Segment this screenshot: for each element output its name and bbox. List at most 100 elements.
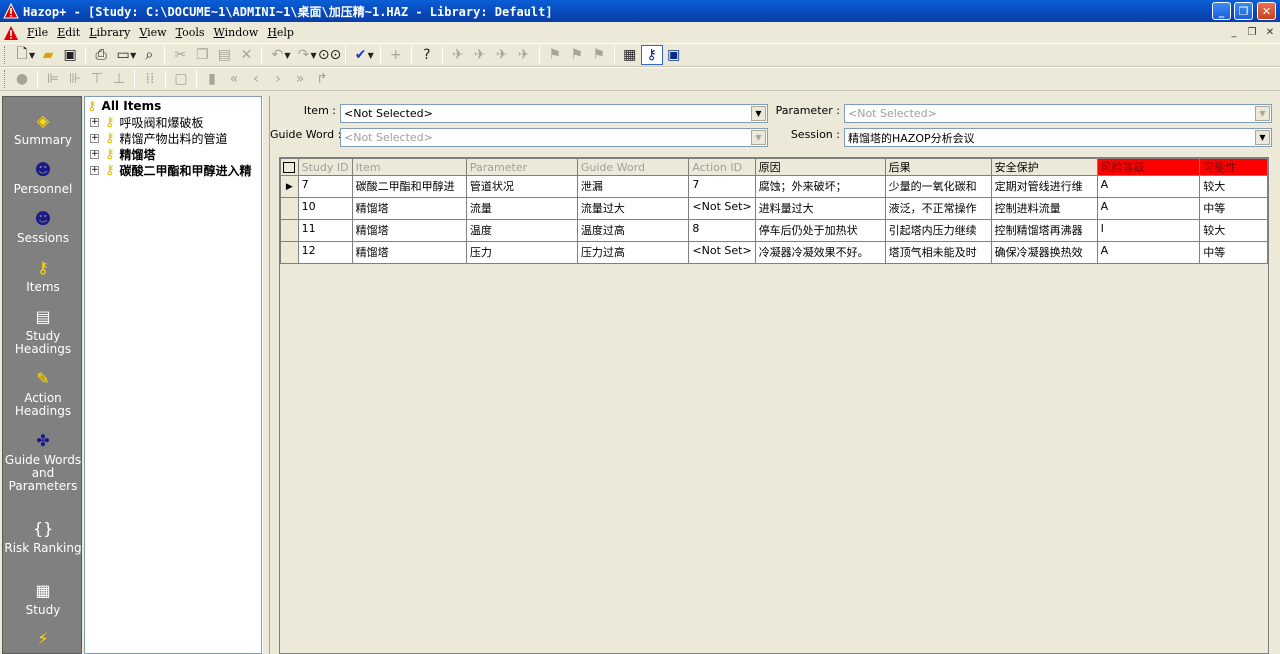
minimize-button[interactable]: _ [1212,2,1231,20]
grid-cell[interactable]: 引起塔内压力继续 [884,219,992,242]
session-dropdown-icon[interactable]: ▼ [1255,130,1270,145]
grid-cell[interactable]: 少量的一氧化碳和 [884,175,992,198]
grid-cell[interactable]: 进料量过大 [754,197,886,220]
select-all-cell[interactable] [280,158,299,176]
menu-view[interactable]: View [136,26,172,39]
mdi-restore-icon[interactable]: ❐ [1244,25,1260,40]
parameter-combo[interactable]: <Not Selected> ▼ [844,104,1272,123]
table-row[interactable]: 11 精馏塔 温度 温度过高 8 停车后仍处于加热状 引起塔内压力继续 控制精馏… [280,219,1268,242]
flag-3-icon[interactable]: ⚑ [588,45,610,65]
document-warning-icon[interactable] [3,25,19,41]
last-record-icon[interactable]: » [289,69,311,89]
delete-icon[interactable]: ✕ [235,45,257,65]
add-icon[interactable]: + [385,45,407,65]
item-combo[interactable]: <Not Selected> ▼ [340,104,768,123]
column-header[interactable]: Guide Word [576,158,690,176]
grid-cell[interactable]: A [1096,241,1201,264]
nav-items[interactable]: ⚷ Items [3,258,83,294]
toolbar-grip[interactable] [4,46,7,64]
grid-cell[interactable]: 精馏塔 [351,197,467,220]
bookmark-icon[interactable]: ▮ [201,69,223,89]
undo-dropdown-icon[interactable]: ▼ [284,51,290,60]
nav-sessions[interactable]: ☻ Sessions [3,209,83,245]
open-folder-icon[interactable]: ▰ [37,45,59,65]
item-dropdown-icon[interactable]: ▼ [751,106,766,121]
grid-cell[interactable]: A [1096,175,1201,198]
align-right-icon[interactable]: ⊪ [64,69,86,89]
grid-cell[interactable]: 温度过高 [576,219,690,242]
grid-cell[interactable]: 碳酸二甲酯和甲醇进 [351,175,467,198]
grid-cell[interactable]: I [1096,219,1201,242]
redo-dropdown-icon[interactable]: ▼ [310,51,316,60]
nav-study[interactable]: ▦ Study [3,581,83,617]
nav-risk-ranking[interactable]: {} Risk Ranking [3,519,83,555]
table-row[interactable]: 10 精馏塔 流量 流量过大 <Not Set> 进料量过大 液泛，不正常操作 … [280,197,1268,220]
column-header[interactable]: Item [351,158,467,176]
menu-library[interactable]: Library [86,26,136,39]
grid-cell[interactable]: 冷凝器冷凝效果不好。 [754,241,886,264]
grid-cell[interactable]: 管道状况 [465,175,578,198]
tree-item-all-items[interactable]: ⚷ All Items [85,98,261,114]
nav-more[interactable]: ⚡ [3,629,83,652]
column-header[interactable]: Study ID [297,158,353,176]
tree-item[interactable]: + ⚷ 碳酸二甲酯和甲醇进入精 [85,162,261,178]
parameter-dropdown-icon[interactable]: ▼ [1255,106,1270,121]
jump-icon[interactable]: ↱ [311,69,333,89]
grid-cell[interactable]: 泄漏 [576,175,690,198]
grid-cell[interactable]: 较大 [1199,219,1268,242]
grid-cell[interactable]: 精馏塔 [351,241,467,264]
column-header[interactable]: 风险等级 [1096,158,1201,176]
align-bottom-icon[interactable]: ⊥ [108,69,130,89]
grid-cell[interactable]: 8 [688,219,756,242]
save-icon[interactable]: ▣ [59,45,81,65]
menu-edit[interactable]: Edit [54,26,86,39]
menu-file[interactable]: File [24,26,54,39]
frame-icon[interactable]: ▢ [170,69,192,89]
column-header[interactable]: 后果 [884,158,992,176]
align-top-icon[interactable]: ⊤ [86,69,108,89]
grid-cell[interactable]: 7 [688,175,756,198]
column-header[interactable]: Parameter [465,158,578,176]
next-record-icon[interactable]: › [267,69,289,89]
print-preview-icon[interactable]: ⌕ [138,45,160,65]
grid-cell[interactable]: 液泛，不正常操作 [884,197,992,220]
grid-cell[interactable]: 确保冷凝器换热效 [990,241,1098,264]
cut-icon[interactable]: ✂ [169,45,191,65]
title-bar[interactable]: Hazop+ - [Study: C:\DOCUME~1\ADMINI~1\桌面… [0,0,1280,22]
expand-icon[interactable]: + [90,149,99,159]
table-row[interactable]: 12 精馏塔 压力 压力过高 <Not Set> 冷凝器冷凝效果不好。 塔顶气相… [280,241,1268,264]
grid-cell[interactable]: 7 [297,175,353,198]
key-view-icon[interactable]: ⚷ [640,45,663,65]
mdi-close-icon[interactable]: ✕ [1262,25,1278,40]
column-header[interactable]: 原因 [754,158,886,176]
grid-cell[interactable]: 控制精馏塔再沸器 [990,219,1098,242]
grid-cell[interactable]: <Not Set> [688,197,756,220]
nav-guide-words[interactable]: ✤ Guide Words and Parameters [3,431,83,493]
grid-cell[interactable]: 较大 [1199,175,1268,198]
column-header[interactable]: 安全保护 [990,158,1098,176]
grid-cell[interactable]: <Not Set> [688,241,756,264]
table-row[interactable]: ▶ 7 碳酸二甲酯和甲醇进 管道状况 泄漏 7 腐蚀；外来破坏； 少量的一氧化碳… [280,175,1268,198]
row-selector[interactable] [280,197,299,220]
align-left-icon[interactable]: ⊫ [42,69,64,89]
action-4-icon[interactable]: ✈ [513,45,535,65]
tree-item[interactable]: + ⚷ 呼吸阀和爆破板 [85,114,261,130]
previous-record-icon[interactable]: ‹ [245,69,267,89]
row-selector[interactable] [280,241,299,264]
action-2-icon[interactable]: ✈ [469,45,491,65]
menu-window[interactable]: Window [211,26,265,39]
nav-personnel[interactable]: ☻ Personnel [3,160,83,196]
grid-cell[interactable]: 10 [297,197,353,220]
nav-action-headings[interactable]: ✎ Action Headings [3,369,83,418]
tree-item[interactable]: + ⚷ 精馏产物出料的管道 [85,130,261,146]
expand-icon[interactable]: + [90,133,99,143]
nav-summary[interactable]: ◈ Summary [3,111,83,147]
close-button[interactable]: ✕ [1257,2,1276,20]
grid-cell[interactable]: 流量 [465,197,578,220]
grid-cell[interactable]: 中等 [1199,197,1268,220]
grid-cell[interactable]: 流量过大 [576,197,690,220]
help-icon[interactable]: ? [416,45,438,65]
expand-icon[interactable]: + [90,117,99,127]
mdi-minimize-icon[interactable]: _ [1226,25,1242,40]
grid-cell[interactable]: 温度 [465,219,578,242]
